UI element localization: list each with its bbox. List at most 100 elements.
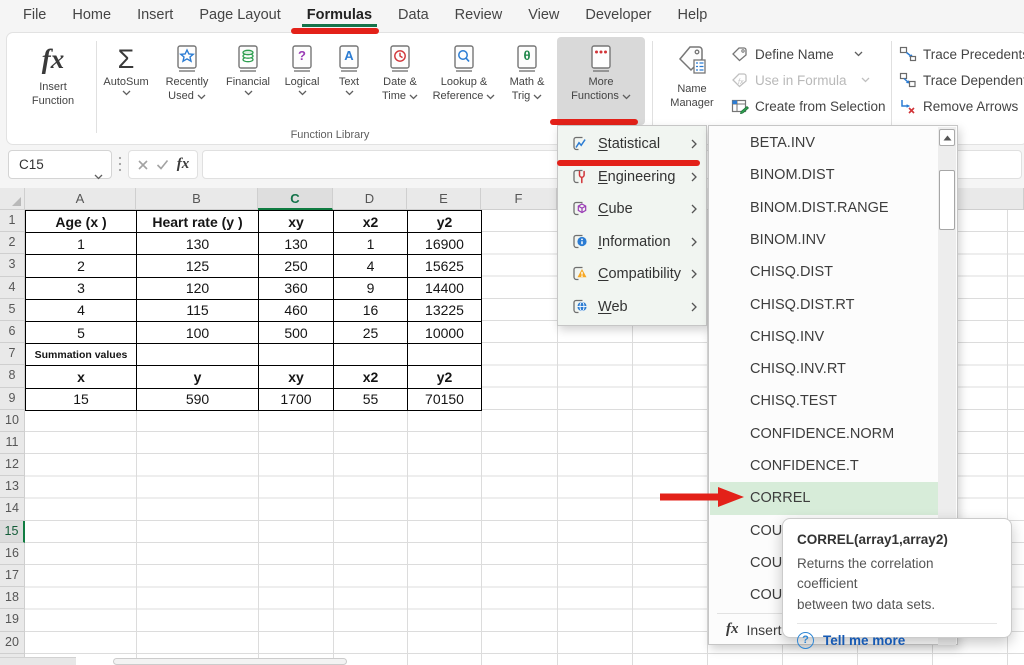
- scrollbar-thumb[interactable]: [939, 170, 955, 230]
- row-header-7[interactable]: 7: [0, 343, 25, 365]
- table-cell[interactable]: y2: [408, 211, 482, 233]
- row-header-6[interactable]: 6: [0, 321, 25, 343]
- table-cell[interactable]: 15625: [408, 255, 482, 277]
- menu-item-statistical[interactable]: Statistical: [558, 128, 706, 161]
- trace-dependents-button[interactable]: Trace Dependents: [899, 67, 1024, 93]
- define-name-button[interactable]: Define Name: [731, 41, 889, 67]
- text-button[interactable]: A Text: [329, 37, 369, 125]
- tab-help[interactable]: Help: [664, 1, 720, 31]
- tab-home[interactable]: Home: [59, 1, 124, 31]
- column-header-F[interactable]: F: [481, 188, 557, 210]
- table-cell[interactable]: [334, 344, 408, 366]
- horizontal-scrollbar-partial[interactable]: [113, 658, 347, 665]
- submenu-item-binom.dist.range[interactable]: BINOM.DIST.RANGE: [710, 192, 940, 224]
- tab-view[interactable]: View: [515, 1, 572, 31]
- autosum-button[interactable]: Σ AutoSum: [99, 37, 153, 125]
- recently-used-button[interactable]: Recently Used: [155, 37, 219, 125]
- name-box[interactable]: C15: [8, 150, 112, 179]
- row-header-18[interactable]: 18: [0, 587, 25, 609]
- row-header-9[interactable]: 9: [0, 388, 25, 410]
- table-cell[interactable]: 10000: [408, 322, 482, 344]
- table-cell[interactable]: 5: [26, 322, 137, 344]
- table-cell[interactable]: 590: [137, 389, 259, 411]
- row-header-1[interactable]: 1: [0, 210, 25, 232]
- date-time-button[interactable]: Date & Time: [371, 37, 429, 125]
- column-header-C[interactable]: C: [258, 188, 333, 210]
- row-header-17[interactable]: 17: [0, 565, 25, 587]
- table-cell[interactable]: y: [137, 366, 259, 388]
- submenu-item-confidence.t[interactable]: CONFIDENCE.T: [710, 450, 940, 482]
- cancel-icon[interactable]: [137, 159, 149, 171]
- select-all-corner[interactable]: [0, 188, 25, 210]
- trace-precedents-button[interactable]: Trace Precedents: [899, 41, 1024, 67]
- menu-item-cube[interactable]: Cube: [558, 193, 706, 226]
- name-manager-button[interactable]: Name Manager: [657, 37, 727, 125]
- table-cell[interactable]: y2: [408, 366, 482, 388]
- submenu-item-confidence.norm[interactable]: CONFIDENCE.NORM: [710, 418, 940, 450]
- tab-file[interactable]: File: [10, 1, 59, 31]
- table-cell[interactable]: 500: [259, 322, 334, 344]
- submenu-item-chisq.dist.rt[interactable]: CHISQ.DIST.RT: [710, 289, 940, 321]
- submenu-item-binom.dist[interactable]: BINOM.DIST: [710, 159, 940, 191]
- row-header-3[interactable]: 3: [0, 254, 25, 276]
- tab-data[interactable]: Data: [385, 1, 442, 31]
- table-cell[interactable]: 25: [334, 322, 408, 344]
- table-cell[interactable]: 4: [26, 300, 137, 322]
- table-cell[interactable]: [137, 344, 259, 366]
- lookup-reference-button[interactable]: Lookup & Reference: [431, 37, 497, 125]
- table-cell[interactable]: 3: [26, 278, 137, 300]
- submenu-item-binom.inv[interactable]: BINOM.INV: [710, 224, 940, 256]
- table-cell[interactable]: 13225: [408, 300, 482, 322]
- table-cell[interactable]: 15: [26, 389, 137, 411]
- row-header-14[interactable]: 14: [0, 498, 25, 520]
- row-header-20[interactable]: 20: [0, 632, 25, 654]
- table-cell[interactable]: 1: [26, 233, 137, 255]
- row-header-4[interactable]: 4: [0, 277, 25, 299]
- table-cell[interactable]: [408, 344, 482, 366]
- table-cell[interactable]: 100: [137, 322, 259, 344]
- table-cell[interactable]: 250: [259, 255, 334, 277]
- table-cell[interactable]: 70150: [408, 389, 482, 411]
- table-cell[interactable]: x2: [334, 366, 408, 388]
- table-cell[interactable]: 1: [334, 233, 408, 255]
- insert-function-fx-button[interactable]: fx: [177, 156, 190, 173]
- submenu-item-chisq.inv[interactable]: CHISQ.INV: [710, 321, 940, 353]
- math-trig-button[interactable]: θ Math & Trig: [499, 37, 555, 125]
- more-functions-button[interactable]: More Functions: [557, 37, 645, 125]
- tab-developer[interactable]: Developer: [572, 1, 664, 31]
- table-cell[interactable]: [259, 344, 334, 366]
- insert-function-button[interactable]: fx Insert Function: [13, 37, 93, 125]
- logical-button[interactable]: ? Logical: [277, 37, 327, 125]
- table-cell[interactable]: Summation values: [26, 344, 137, 366]
- enter-icon[interactable]: [156, 159, 169, 170]
- menu-item-compatibility[interactable]: Compatibility: [558, 258, 706, 291]
- column-header-A[interactable]: A: [25, 188, 136, 210]
- scroll-up-button[interactable]: [939, 129, 955, 146]
- table-cell[interactable]: 130: [259, 233, 334, 255]
- row-header-15[interactable]: 15: [0, 521, 25, 543]
- table-cell[interactable]: 14400: [408, 278, 482, 300]
- table-cell[interactable]: xy: [259, 366, 334, 388]
- table-cell[interactable]: 16: [334, 300, 408, 322]
- table-cell[interactable]: 125: [137, 255, 259, 277]
- table-cell[interactable]: 360: [259, 278, 334, 300]
- tab-insert[interactable]: Insert: [124, 1, 186, 31]
- menu-item-web[interactable]: Web: [558, 291, 706, 324]
- financial-button[interactable]: Financial: [221, 37, 275, 125]
- table-cell[interactable]: 130: [137, 233, 259, 255]
- table-cell[interactable]: 120: [137, 278, 259, 300]
- table-cell[interactable]: 16900: [408, 233, 482, 255]
- table-cell[interactable]: Age (x ): [26, 211, 137, 233]
- row-header-2[interactable]: 2: [0, 232, 25, 254]
- table-cell[interactable]: xy: [259, 211, 334, 233]
- table-cell[interactable]: 55: [334, 389, 408, 411]
- create-from-selection-button[interactable]: Create from Selection: [731, 93, 889, 119]
- column-header-B[interactable]: B: [136, 188, 258, 210]
- tab-review[interactable]: Review: [442, 1, 516, 31]
- row-header-19[interactable]: 19: [0, 609, 25, 631]
- table-cell[interactable]: 115: [137, 300, 259, 322]
- table-cell[interactable]: 2: [26, 255, 137, 277]
- row-header-13[interactable]: 13: [0, 476, 25, 498]
- table-cell[interactable]: 4: [334, 255, 408, 277]
- submenu-item-chisq.test[interactable]: CHISQ.TEST: [710, 385, 940, 417]
